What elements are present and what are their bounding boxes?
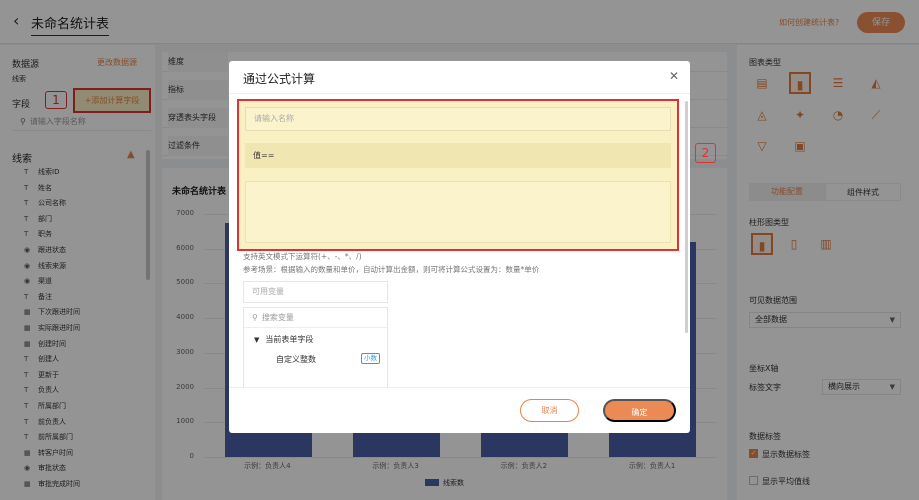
available-variables-placeholder: 可用变量: [252, 287, 284, 296]
variable-group[interactable]: ▼ 当前表单字段: [254, 334, 313, 345]
variable-search-input[interactable]: ⚲ 搜索变量: [244, 308, 387, 328]
close-icon[interactable]: ✕: [669, 69, 679, 83]
formula-modal: 通过公式计算 ✕ 请输入名称 值== 支持英文模式下运算符(+、-、*、/) 参…: [229, 61, 690, 433]
formula-prefix: 值==: [245, 143, 671, 168]
search-icon: ⚲: [252, 313, 258, 322]
variable-search-placeholder: 搜索变量: [261, 313, 294, 322]
scenario-help-text: 参考场景：根据输入的数量和单价，自动计算出金额，则可将计算公式设置为：数量*单价: [243, 265, 540, 274]
modal-title: 通过公式计算: [243, 72, 316, 86]
confirm-button[interactable]: 确定: [603, 399, 676, 422]
modal-scrollbar[interactable]: [685, 101, 688, 333]
operator-help-text: 支持英文模式下运算符(+、-、*、/): [243, 252, 362, 261]
modal-footer-divider: [229, 387, 690, 388]
variable-group-label: 当前表单字段: [265, 335, 314, 344]
available-variables-field[interactable]: 可用变量: [243, 281, 388, 303]
name-input-placeholder: 请输入名称: [254, 114, 294, 123]
variable-item[interactable]: 自定义整数: [276, 354, 316, 365]
name-input[interactable]: 请输入名称: [245, 107, 671, 131]
cancel-button[interactable]: 取消: [520, 399, 579, 422]
variable-type-tag: 小数: [361, 353, 380, 364]
caret-down-icon: ▼: [254, 336, 260, 344]
modal-divider: [229, 93, 690, 94]
annotation-2: 2: [695, 143, 716, 163]
formula-highlight-box: 请输入名称 值==: [237, 99, 679, 251]
variable-panel: ⚲ 搜索变量 ▼ 当前表单字段 自定义整数 小数: [243, 307, 388, 387]
formula-editor[interactable]: [245, 181, 671, 243]
